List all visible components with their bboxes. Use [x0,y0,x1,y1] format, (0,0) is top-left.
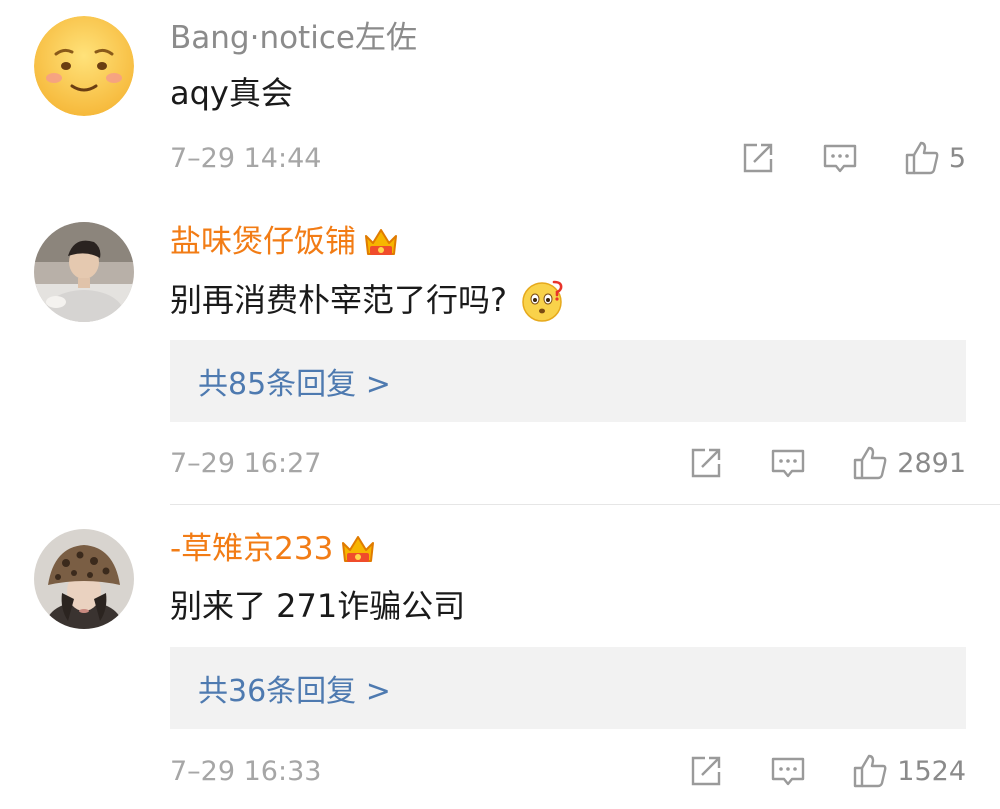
username-text[interactable]: 盐味煲仔饭铺 [170,222,356,262]
like-button[interactable]: 5 [903,139,966,177]
crown-icon [342,536,375,562]
share-button[interactable] [687,444,725,482]
comment-text-body: 别来了 271诈骗公司 [170,587,466,625]
reply-button[interactable] [769,444,807,482]
share-icon [692,756,721,786]
comment-text: 别再消费朴宰范了行吗? [170,278,565,322]
avatar[interactable] [34,222,134,322]
like-count: 2891 [897,447,966,479]
username-text[interactable]: -草雉京233 [170,529,333,569]
replies-link[interactable]: 共36条回复 > [170,647,966,729]
avatar[interactable] [34,529,134,629]
reply-button[interactable] [769,752,807,790]
comment-text-body: 别再消费朴宰范了行吗? [170,281,507,319]
user-photo-avatar [34,529,134,629]
thumbs-up-icon [905,141,939,175]
username[interactable]: Bang·notice左佐 [170,18,417,58]
reply-button[interactable] [821,139,859,177]
user-photo-avatar [34,222,134,322]
share-button[interactable] [739,139,777,177]
comment-icon [823,144,857,173]
comment-text: aqy真会 [170,72,293,114]
thinking-emoji-icon [522,280,563,322]
thumbs-up-icon [854,754,887,788]
comment-meta: 7–29 14:44 5 [170,138,966,178]
comment-icon [772,449,805,478]
replies-count[interactable]: 共85条回复 > [198,359,391,403]
comment-meta: 7–29 16:33 1524 [170,751,966,791]
comment-divider [170,504,1000,505]
timestamp: 7–29 16:33 [170,755,322,787]
share-icon [692,448,721,478]
smiling-face-avatar [34,16,134,116]
crown-icon [365,229,397,255]
comment-icon [772,757,805,786]
username[interactable]: -草雉京233 [170,529,377,569]
timestamp: 7–29 16:27 [170,447,322,479]
thumbs-up-icon [854,446,887,480]
like-button[interactable]: 1524 [851,752,966,790]
comment-meta: 7–29 16:27 2891 [170,443,966,483]
username-text[interactable]: Bang·notice左佐 [170,18,417,58]
like-count: 1524 [897,755,966,787]
comment-text: 别来了 271诈骗公司 [170,585,465,627]
share-icon [743,143,773,173]
comment-text-body: aqy真会 [170,74,293,112]
avatar[interactable] [34,16,134,116]
timestamp: 7–29 14:44 [170,142,322,174]
like-button[interactable]: 2891 [851,444,966,482]
replies-count[interactable]: 共36条回复 > [198,666,391,710]
share-button[interactable] [687,752,725,790]
username[interactable]: 盐味煲仔饭铺 [170,222,400,262]
like-count: 5 [948,142,966,174]
replies-link[interactable]: 共85条回复 > [170,340,966,422]
